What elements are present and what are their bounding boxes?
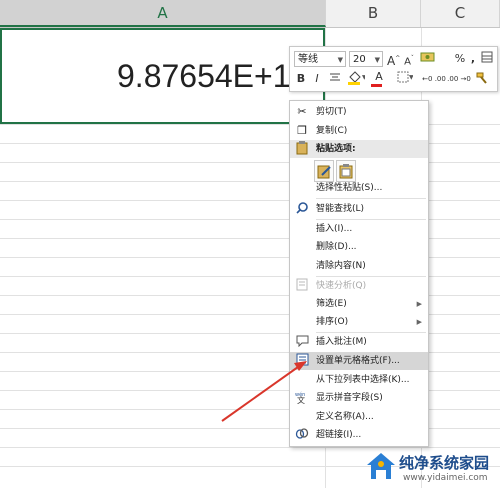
annotation-arrow <box>221 361 307 422</box>
watermark-title: 纯净系统家园 <box>399 454 490 472</box>
watermark-url: www.yidaimei.com <box>403 473 488 483</box>
house-logo-icon <box>367 453 395 479</box>
watermark: 纯净系统家园 www.yidaimei.com <box>363 446 499 488</box>
